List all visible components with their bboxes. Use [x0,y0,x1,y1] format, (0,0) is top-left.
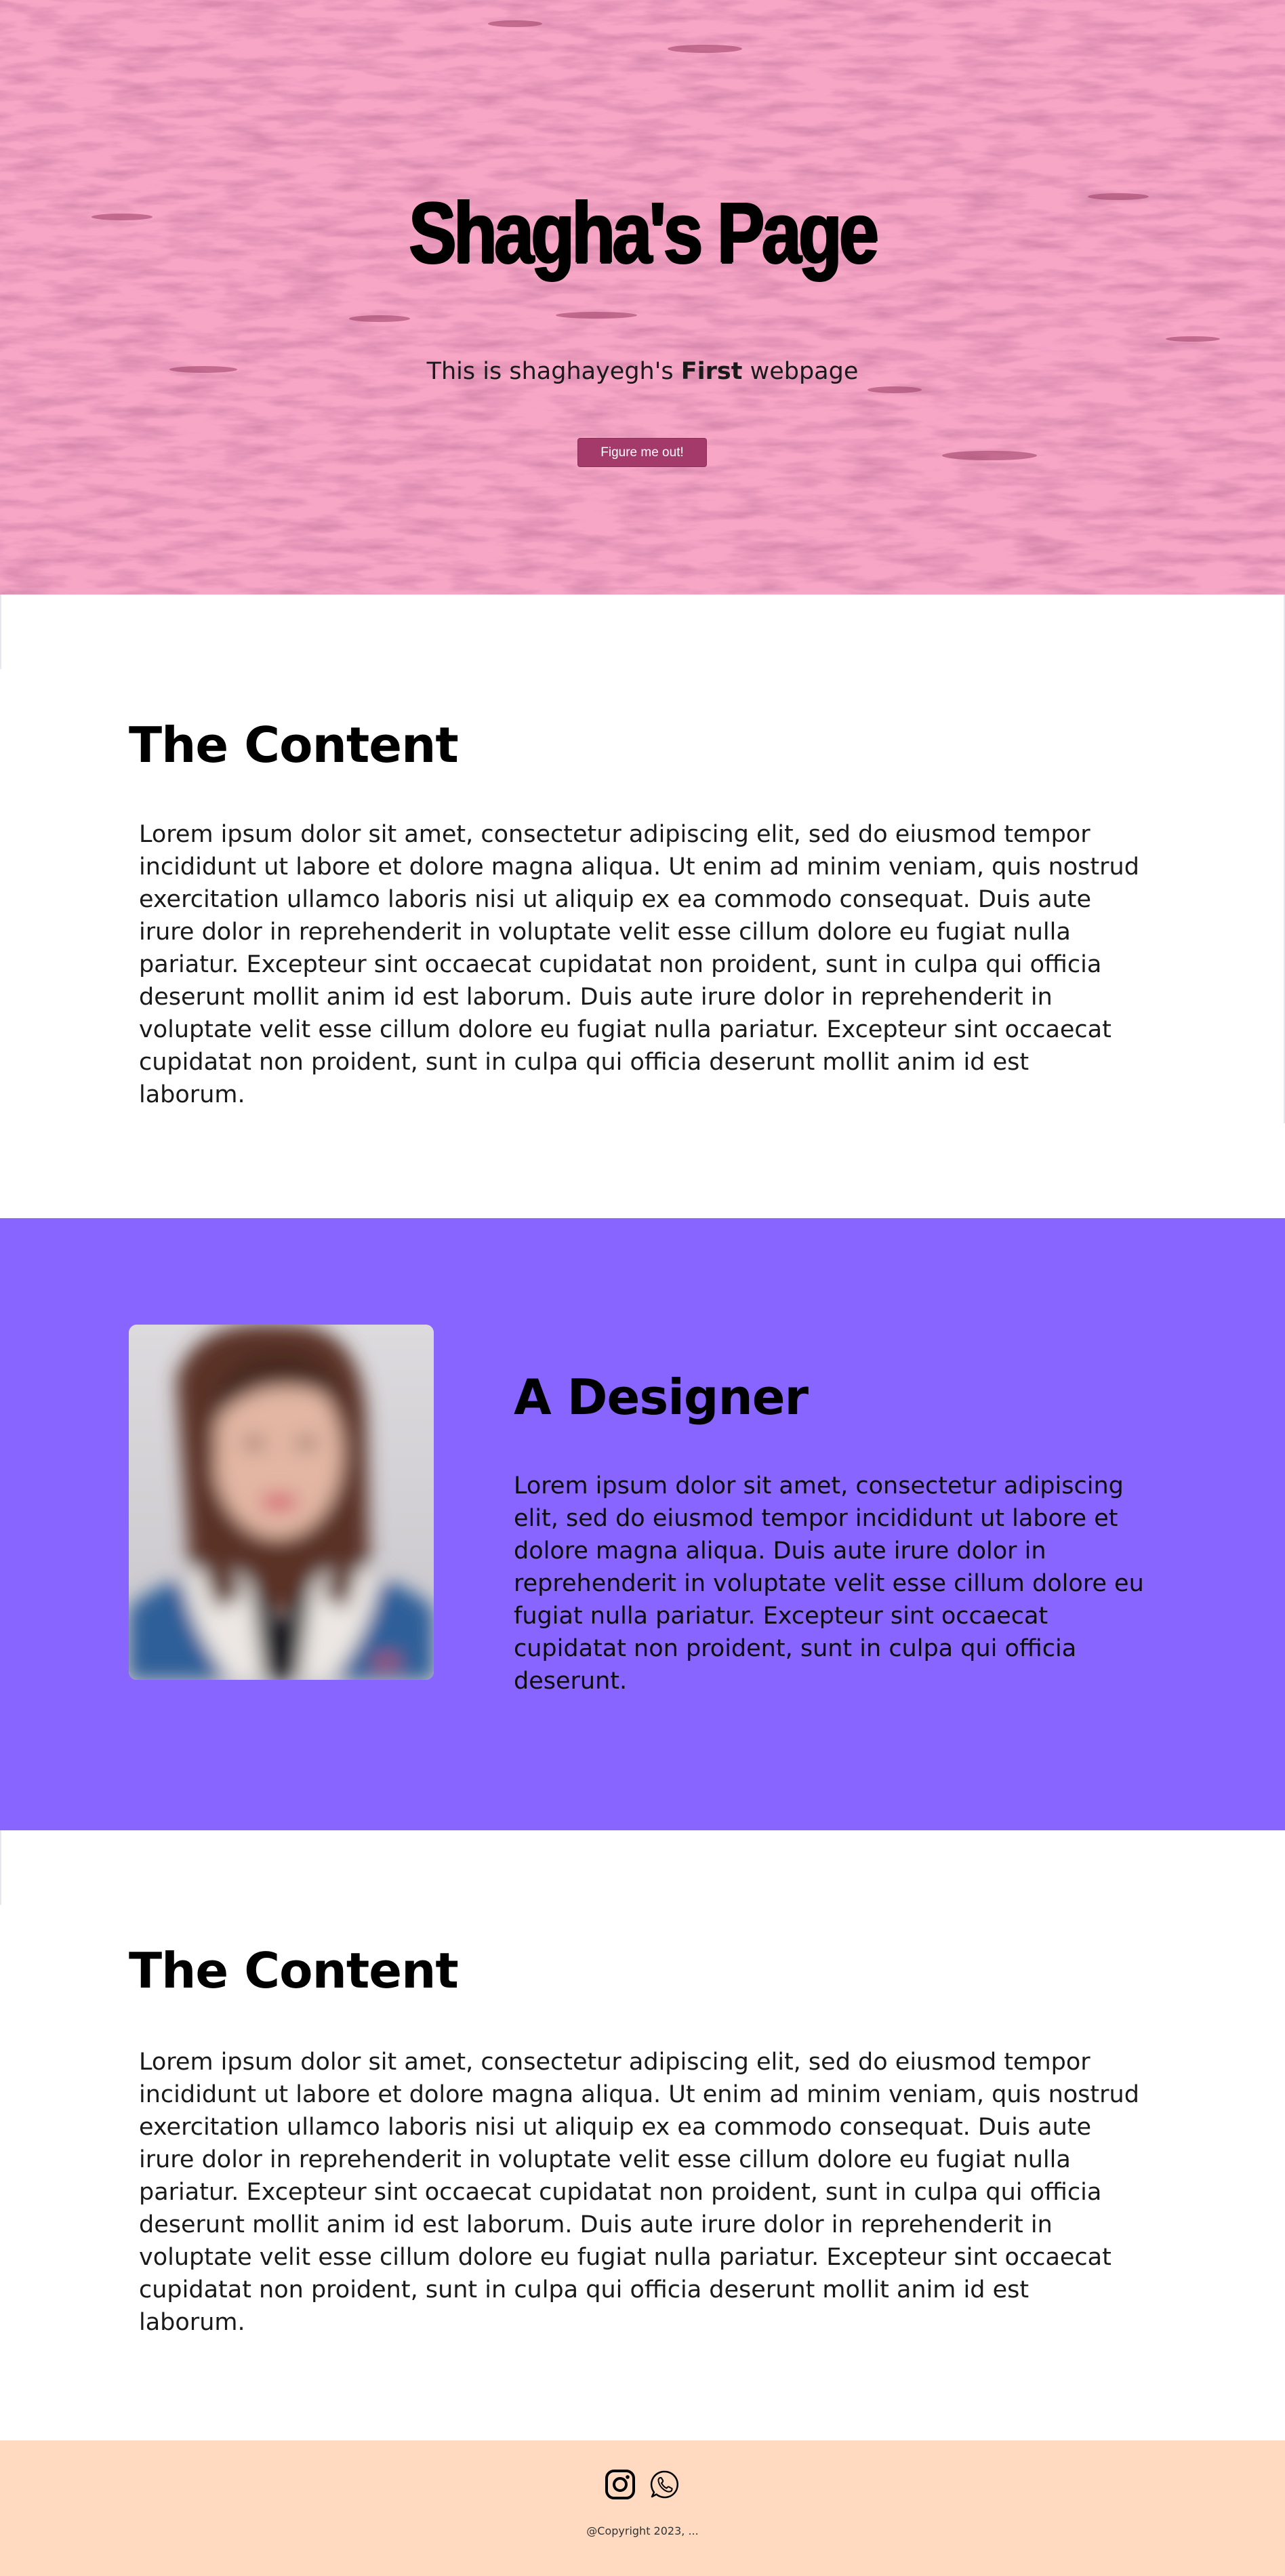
footer: @Copyright 2023, ... [0,2440,1285,2576]
textured-background [0,0,1285,595]
designer-section: A Designer Lorem ipsum dolor sit amet, c… [0,1218,1285,1830]
content-paragraph: Lorem ipsum dolor sit amet, consectetur … [139,2049,1139,2336]
divider [0,1830,1,1905]
subtitle-bold-word: First [680,358,743,385]
designer-paragraph: Lorem ipsum dolor sit amet, consectetur … [514,1472,1144,1695]
divider [0,595,1,669]
portrait-photo [129,1325,434,1680]
designer-title: A Designer [514,1369,809,1426]
hero-subtitle: This is shaghayegh's First webpage [0,358,1285,385]
page-title: Shagha's Page [409,184,878,281]
content-title: The Content [129,1942,459,1999]
content-section-1: The Content Lorem ipsum dolor sit amet, … [0,595,1285,1218]
whatsapp-icon[interactable] [649,2469,680,2500]
content-section-2: The Content Lorem ipsum dolor sit amet, … [0,1830,1285,2440]
subtitle-text-before: This is shaghayegh's [426,358,681,385]
portrait-image [129,1325,434,1680]
figure-me-out-button[interactable]: Figure me out! [577,438,707,467]
hero-section: Shagha's Page This is shaghayegh's First… [0,0,1285,595]
instagram-icon[interactable] [605,2469,636,2500]
social-links [0,2469,1285,2500]
content-title: The Content [129,717,459,773]
content-paragraph: Lorem ipsum dolor sit amet, consectetur … [139,821,1139,1108]
subtitle-text-after: webpage [742,358,859,385]
copyright-text: @Copyright 2023, ... [586,2524,699,2537]
